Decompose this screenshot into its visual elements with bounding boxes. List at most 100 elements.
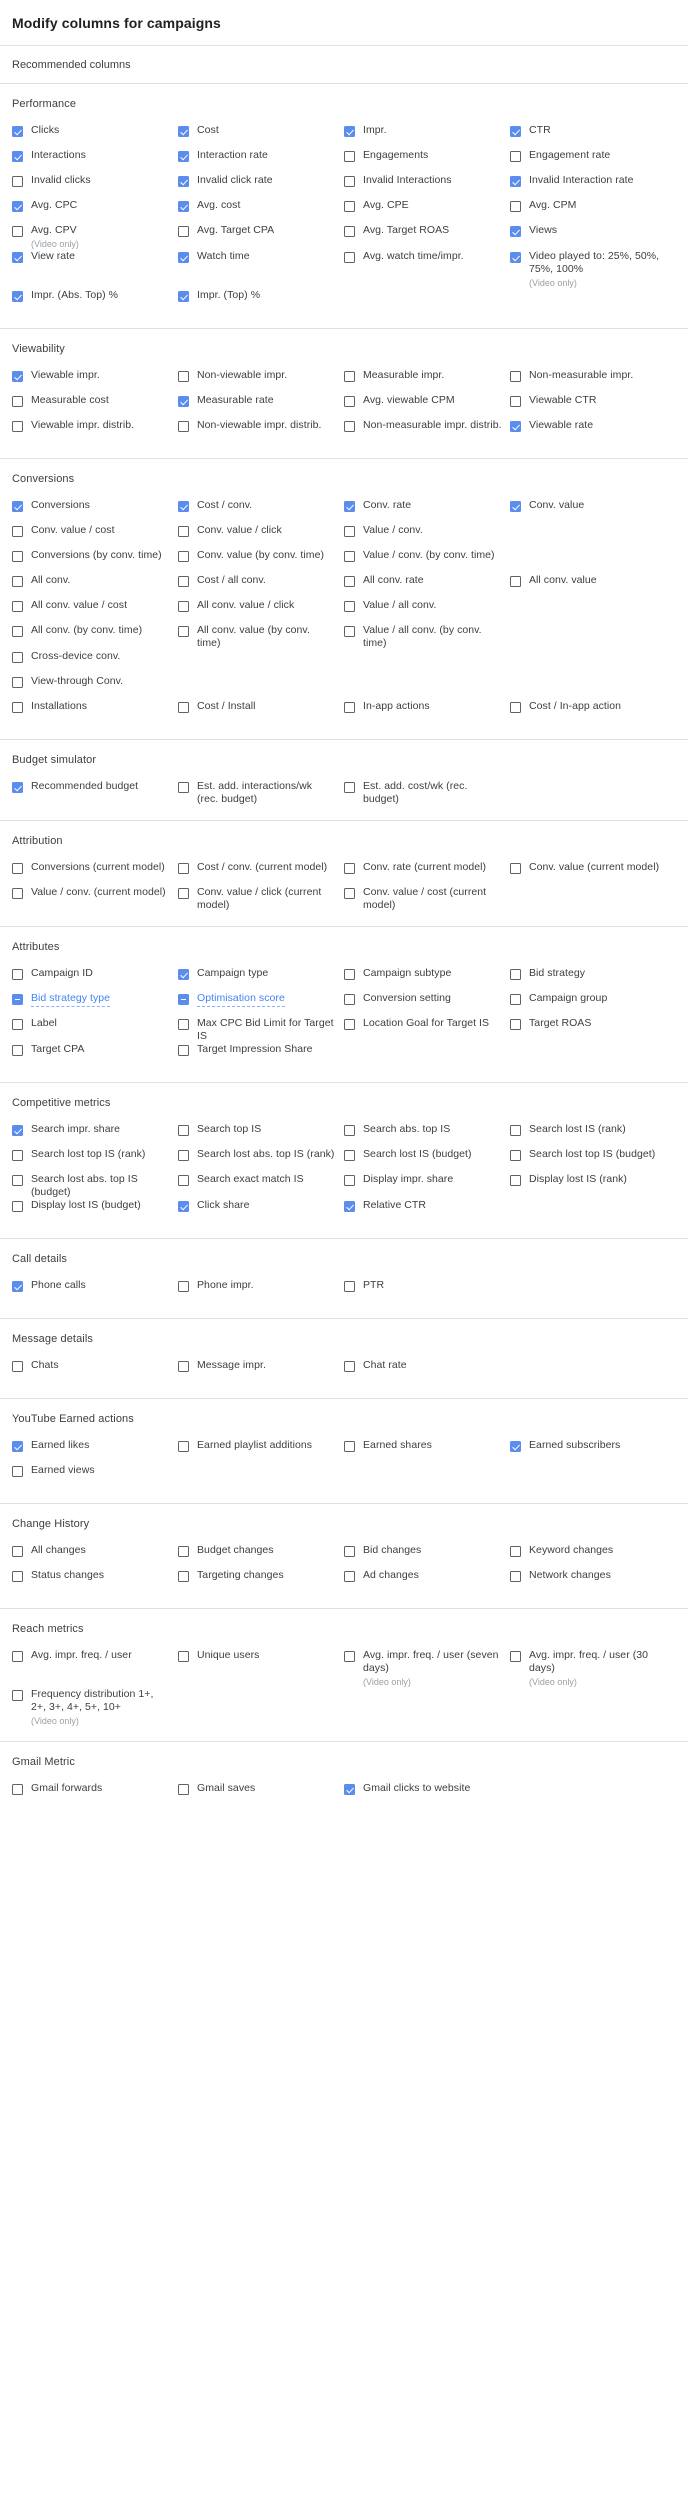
checkbox-item-cost-install[interactable]: Cost / Install xyxy=(178,700,344,725)
checkbox-checked-icon[interactable] xyxy=(178,501,189,512)
checkbox-empty-icon[interactable] xyxy=(510,1571,521,1582)
checkbox-item-search-lost-top-is-rank[interactable]: Search lost top IS (rank) xyxy=(12,1148,178,1173)
checkbox-checked-icon[interactable] xyxy=(344,501,355,512)
checkbox-item-invalid-clicks[interactable]: Invalid clicks xyxy=(12,174,178,199)
checkbox-item-value-all-conv-by-conv-time[interactable]: Value / all conv. (by conv. time) xyxy=(344,624,510,650)
checkbox-item-all-conv-rate[interactable]: All conv. rate xyxy=(344,574,510,599)
checkbox-checked-icon[interactable] xyxy=(510,126,521,137)
checkbox-item-measurable-impr[interactable]: Measurable impr. xyxy=(344,369,510,394)
checkbox-empty-icon[interactable] xyxy=(12,1175,23,1186)
checkbox-item-avg-cost[interactable]: Avg. cost xyxy=(178,199,344,224)
checkbox-item-engagements[interactable]: Engagements xyxy=(344,149,510,174)
checkbox-empty-icon[interactable] xyxy=(12,576,23,587)
checkbox-empty-icon[interactable] xyxy=(510,371,521,382)
checkbox-empty-icon[interactable] xyxy=(344,1361,355,1372)
checkbox-empty-icon[interactable] xyxy=(344,1651,355,1662)
checkbox-item-viewable-impr[interactable]: Viewable impr. xyxy=(12,369,178,394)
checkbox-item-est-add-interactions-wk-rec-budget[interactable]: Est. add. interactions/wk (rec. budget) xyxy=(178,780,344,806)
checkbox-item-target-impression-share[interactable]: Target Impression Share xyxy=(178,1043,344,1068)
checkbox-empty-icon[interactable] xyxy=(344,1281,355,1292)
checkbox-item-gmail-saves[interactable]: Gmail saves xyxy=(178,1782,344,1807)
checkbox-item-non-viewable-impr-distrib[interactable]: Non-viewable impr. distrib. xyxy=(178,419,344,444)
checkbox-checked-icon[interactable] xyxy=(12,201,23,212)
checkbox-item-targeting-changes[interactable]: Targeting changes xyxy=(178,1569,344,1594)
checkbox-empty-icon[interactable] xyxy=(12,551,23,562)
checkbox-item-target-roas[interactable]: Target ROAS xyxy=(510,1017,676,1043)
checkbox-empty-icon[interactable] xyxy=(344,969,355,980)
checkbox-empty-icon[interactable] xyxy=(178,1175,189,1186)
checkbox-empty-icon[interactable] xyxy=(12,396,23,407)
checkbox-item-all-conv-value-by-conv-time[interactable]: All conv. value (by conv. time) xyxy=(178,624,344,650)
checkbox-item-recommended-budget[interactable]: Recommended budget xyxy=(12,780,178,806)
checkbox-item-conv-value-click-current-model[interactable]: Conv. value / click (current model) xyxy=(178,886,344,912)
checkbox-item-search-impr-share[interactable]: Search impr. share xyxy=(12,1123,178,1148)
checkbox-item-click-share[interactable]: Click share xyxy=(178,1199,344,1224)
checkbox-empty-icon[interactable] xyxy=(12,1571,23,1582)
checkbox-item-conv-value-cost-current-model[interactable]: Conv. value / cost (current model) xyxy=(344,886,510,912)
checkbox-empty-icon[interactable] xyxy=(12,652,23,663)
checkbox-item-bid-strategy[interactable]: Bid strategy xyxy=(510,967,676,992)
checkbox-empty-icon[interactable] xyxy=(344,421,355,432)
checkbox-item-cost-conv[interactable]: Cost / conv. xyxy=(178,499,344,524)
checkbox-checked-icon[interactable] xyxy=(12,151,23,162)
checkbox-item-cost-conv-current-model[interactable]: Cost / conv. (current model) xyxy=(178,861,344,886)
checkbox-checked-icon[interactable] xyxy=(178,396,189,407)
checkbox-item-non-measurable-impr[interactable]: Non-measurable impr. xyxy=(510,369,676,394)
checkbox-item-non-viewable-impr[interactable]: Non-viewable impr. xyxy=(178,369,344,394)
checkbox-empty-icon[interactable] xyxy=(344,1125,355,1136)
checkbox-item-search-lost-top-is-budget[interactable]: Search lost top IS (budget) xyxy=(510,1148,676,1173)
checkbox-checked-icon[interactable] xyxy=(12,291,23,302)
checkbox-item-engagement-rate[interactable]: Engagement rate xyxy=(510,149,676,174)
checkbox-empty-icon[interactable] xyxy=(12,1150,23,1161)
checkbox-item-cost-in-app-action[interactable]: Cost / In-app action xyxy=(510,700,676,725)
checkbox-empty-icon[interactable] xyxy=(510,396,521,407)
checkbox-item-cross-device-conv[interactable]: Cross-device conv. xyxy=(12,650,178,675)
checkbox-item-keyword-changes[interactable]: Keyword changes xyxy=(510,1544,676,1569)
checkbox-item-conversions[interactable]: Conversions xyxy=(12,499,178,524)
checkbox-item-value-conv-by-conv-time[interactable]: Value / conv. (by conv. time) xyxy=(344,549,510,574)
checkbox-empty-icon[interactable] xyxy=(344,702,355,713)
checkbox-empty-icon[interactable] xyxy=(344,551,355,562)
checkbox-item-avg-target-cpa[interactable]: Avg. Target CPA xyxy=(178,224,344,250)
checkbox-empty-icon[interactable] xyxy=(344,782,355,793)
checkbox-checked-icon[interactable] xyxy=(12,371,23,382)
checkbox-empty-icon[interactable] xyxy=(510,201,521,212)
checkbox-item-display-impr-share[interactable]: Display impr. share xyxy=(344,1173,510,1199)
checkbox-checked-icon[interactable] xyxy=(344,1201,355,1212)
checkbox-checked-icon[interactable] xyxy=(178,291,189,302)
checkbox-empty-icon[interactable] xyxy=(510,1651,521,1662)
checkbox-item-search-lost-abs-top-is-budget[interactable]: Search lost abs. top IS (budget) xyxy=(12,1173,178,1199)
checkbox-checked-icon[interactable] xyxy=(178,969,189,980)
checkbox-empty-icon[interactable] xyxy=(12,176,23,187)
checkbox-item-campaign-type[interactable]: Campaign type xyxy=(178,967,344,992)
checkbox-item-optimisation-score[interactable]: Optimisation score xyxy=(178,992,344,1017)
checkbox-empty-icon[interactable] xyxy=(344,626,355,637)
checkbox-item-earned-likes[interactable]: Earned likes xyxy=(12,1439,178,1464)
checkbox-item-bid-changes[interactable]: Bid changes xyxy=(344,1544,510,1569)
checkbox-item-avg-cpm[interactable]: Avg. CPM xyxy=(510,199,676,224)
checkbox-empty-icon[interactable] xyxy=(510,969,521,980)
checkbox-empty-icon[interactable] xyxy=(510,1546,521,1557)
checkbox-item-viewable-ctr[interactable]: Viewable CTR xyxy=(510,394,676,419)
checkbox-item-unique-users[interactable]: Unique users xyxy=(178,1649,344,1688)
checkbox-empty-icon[interactable] xyxy=(344,1175,355,1186)
checkbox-checked-icon[interactable] xyxy=(12,252,23,263)
checkbox-empty-icon[interactable] xyxy=(12,1361,23,1372)
checkbox-item-all-conv-value-click[interactable]: All conv. value / click xyxy=(178,599,344,624)
checkbox-item-impr-abs-top[interactable]: Impr. (Abs. Top) % xyxy=(12,289,178,314)
checkbox-empty-icon[interactable] xyxy=(12,969,23,980)
checkbox-empty-icon[interactable] xyxy=(344,201,355,212)
checkbox-item-avg-impr-freq-user[interactable]: Avg. impr. freq. / user xyxy=(12,1649,178,1688)
checkbox-empty-icon[interactable] xyxy=(178,551,189,562)
checkbox-item-ptr[interactable]: PTR xyxy=(344,1279,510,1304)
checkbox-item-earned-shares[interactable]: Earned shares xyxy=(344,1439,510,1464)
checkbox-empty-icon[interactable] xyxy=(178,1441,189,1452)
checkbox-item-budget-changes[interactable]: Budget changes xyxy=(178,1544,344,1569)
checkbox-item-search-exact-match-is[interactable]: Search exact match IS xyxy=(178,1173,344,1199)
checkbox-item-ad-changes[interactable]: Ad changes xyxy=(344,1569,510,1594)
checkbox-item-gmail-clicks-to-website[interactable]: Gmail clicks to website xyxy=(344,1782,510,1807)
checkbox-empty-icon[interactable] xyxy=(344,863,355,874)
checkbox-checked-icon[interactable] xyxy=(12,1281,23,1292)
checkbox-empty-icon[interactable] xyxy=(178,601,189,612)
checkbox-item-conv-value-current-model[interactable]: Conv. value (current model) xyxy=(510,861,676,886)
